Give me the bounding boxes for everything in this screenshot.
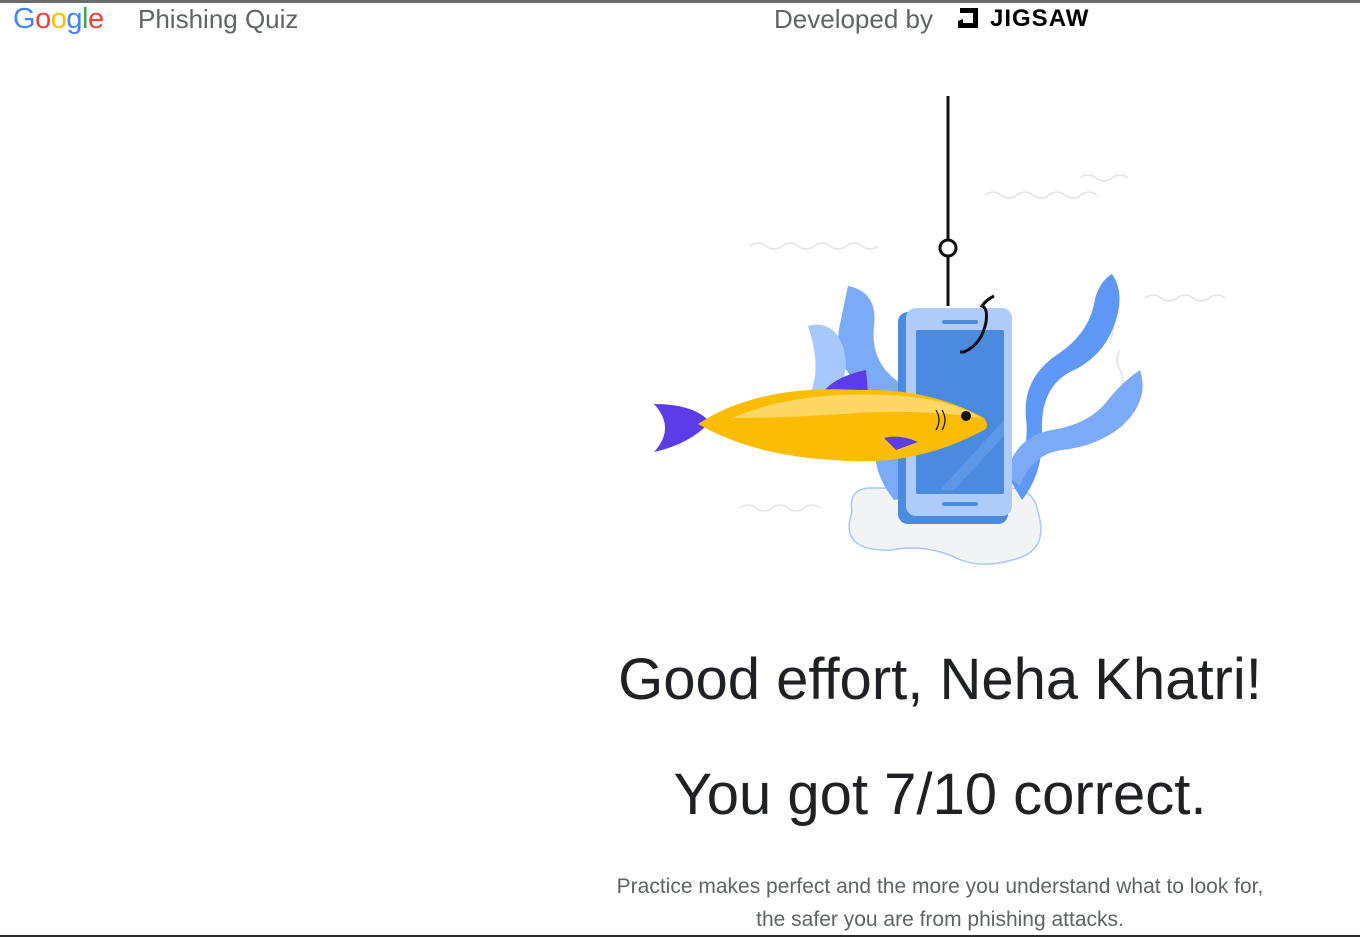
app-title[interactable]: Phishing Quiz bbox=[138, 4, 298, 34]
seaweed-right bbox=[1006, 274, 1143, 500]
logo-letter: g bbox=[66, 3, 82, 35]
message-line: Practice makes perfect and the more you … bbox=[616, 875, 1264, 898]
google-logo[interactable]: Google bbox=[13, 1, 104, 37]
logo-letter: G bbox=[13, 3, 36, 35]
page: Google Phishing Quiz Developed by JIGSAW bbox=[0, 0, 1360, 937]
developed-by-label: Developed by bbox=[774, 4, 933, 34]
jigsaw-logo-icon bbox=[958, 8, 978, 28]
score-text: You got 7/10 correct. bbox=[673, 762, 1207, 827]
phishing-illustration bbox=[654, 96, 1226, 565]
logo-letter: o bbox=[35, 3, 51, 35]
logo-letter: e bbox=[87, 3, 104, 35]
logo-letter: o bbox=[50, 3, 67, 35]
result-heading: Good effort, Neha Khatri! bbox=[618, 647, 1262, 712]
encouragement-message: Practice makes perfect and the more you … bbox=[560, 870, 1320, 936]
top-divider bbox=[0, 0, 1360, 3]
message-line: the safer you are from phishing attacks. bbox=[756, 908, 1124, 931]
jigsaw-wordmark: JIGSAW bbox=[990, 5, 1090, 32]
